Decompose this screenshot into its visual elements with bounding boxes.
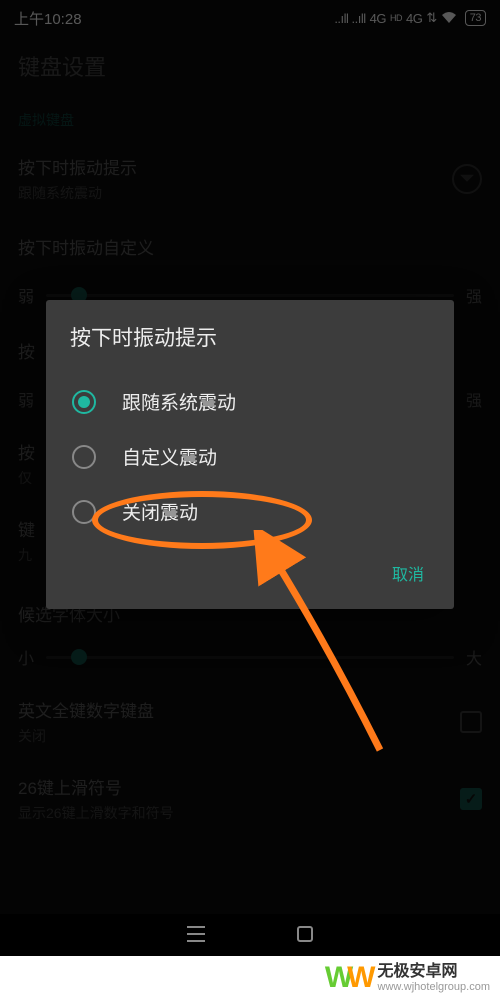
cancel-button[interactable]: 取消 — [386, 551, 430, 595]
watermark-logo-icon: WW — [325, 963, 370, 993]
radio-label: 关闭震动 — [122, 498, 198, 525]
radio-option-disable[interactable]: 关闭震动 — [70, 484, 430, 539]
radio-option-custom[interactable]: 自定义震动 — [70, 429, 430, 484]
watermark: WW 无极安卓网 www.wjhotelgroup.com — [0, 956, 500, 1000]
radio-label: 跟随系统震动 — [122, 388, 236, 415]
watermark-title: 无极安卓网 — [378, 963, 491, 981]
radio-icon-selected — [72, 390, 96, 414]
nav-home-icon[interactable] — [296, 925, 314, 948]
radio-icon — [72, 500, 96, 524]
radio-icon — [72, 445, 96, 469]
watermark-url: www.wjhotelgroup.com — [378, 981, 491, 993]
dialog-overlay[interactable]: 按下时振动提示 跟随系统震动 自定义震动 关闭震动 取消 — [0, 0, 500, 1000]
nav-recents-icon[interactable] — [186, 926, 206, 947]
radio-option-follow-system[interactable]: 跟随系统震动 — [70, 374, 430, 429]
vibration-dialog: 按下时振动提示 跟随系统震动 自定义震动 关闭震动 取消 — [46, 300, 454, 609]
navigation-bar — [0, 914, 500, 958]
radio-label: 自定义震动 — [122, 443, 217, 470]
dialog-title: 按下时振动提示 — [70, 322, 430, 352]
